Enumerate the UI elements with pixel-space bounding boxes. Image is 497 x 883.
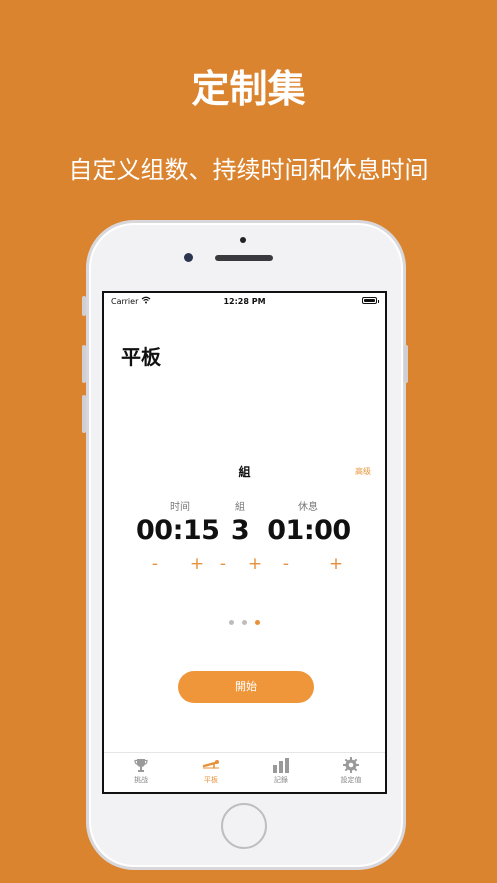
sets-plus-button[interactable]: + — [245, 553, 265, 575]
sets-value: 3 — [230, 515, 250, 546]
advanced-link[interactable]: 高级 — [355, 466, 371, 477]
tab-records[interactable]: 記錄 — [246, 757, 316, 785]
time-plus-button[interactable]: + — [187, 553, 207, 575]
phone-speaker — [215, 255, 273, 261]
rest-label: 休息 — [298, 502, 318, 513]
status-time: 12:28 PM — [223, 297, 266, 306]
phone-volume-down — [82, 395, 86, 433]
phone-power-button — [404, 345, 408, 383]
time-label: 时间 — [170, 502, 190, 513]
trophy-icon — [134, 759, 148, 772]
battery-icon — [362, 297, 379, 304]
phone-side-button — [82, 296, 86, 316]
phone-volume-up — [82, 345, 86, 383]
tab-bar: 挑战 平板 記錄 設定值 — [104, 752, 385, 792]
time-value: 00:15 — [136, 515, 220, 546]
phone-sensor — [240, 237, 246, 243]
tab-label: 記錄 — [274, 776, 288, 784]
page-dot[interactable] — [255, 620, 260, 625]
tab-label: 平板 — [204, 776, 218, 784]
page-dot[interactable] — [242, 620, 247, 625]
start-button[interactable]: 開始 — [178, 671, 314, 703]
promo-subtitle: 自定义组数、持续时间和休息时间 — [68, 156, 429, 184]
page-title: 平板 — [121, 345, 161, 369]
tab-label: 設定值 — [340, 776, 362, 784]
bar-chart-icon — [273, 758, 289, 773]
phone-screen: Carrier 12:28 PM 平板 組 高级 时间 組 休息 00:15 3… — [102, 291, 387, 794]
sets-minus-button[interactable]: - — [213, 553, 233, 575]
time-minus-button[interactable]: - — [145, 553, 165, 575]
gear-icon — [343, 757, 359, 773]
page-dot[interactable] — [229, 620, 234, 625]
sets-label: 組 — [235, 502, 245, 513]
phone-home-button[interactable] — [221, 803, 267, 849]
tab-challenge[interactable]: 挑战 — [106, 757, 176, 785]
phone-camera — [184, 253, 193, 262]
rest-value: 01:00 — [267, 515, 351, 546]
rest-plus-button[interactable]: + — [326, 553, 346, 575]
section-title: 組 — [238, 465, 251, 479]
tab-label: 挑战 — [134, 776, 148, 784]
promo-title: 定制集 — [191, 67, 306, 111]
status-bar: Carrier 12:28 PM — [104, 293, 385, 311]
plank-icon — [202, 760, 219, 769]
rest-minus-button[interactable]: - — [276, 553, 296, 575]
page-indicator[interactable] — [104, 620, 385, 625]
tab-plank[interactable]: 平板 — [176, 757, 246, 785]
tab-settings[interactable]: 設定值 — [316, 757, 385, 785]
